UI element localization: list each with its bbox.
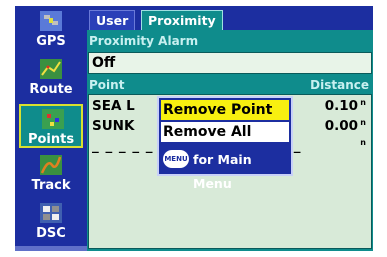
tab-user[interactable]: User: [89, 10, 136, 31]
dsc-icon: [40, 203, 62, 223]
proximity-alarm-field[interactable]: Off: [88, 52, 372, 74]
sidebar-item-dsc[interactable]: DSC: [19, 200, 83, 244]
satellite-icon: [40, 11, 62, 31]
point-name: SEA L: [92, 98, 135, 114]
menu-hint-text: for Main Menu: [193, 152, 252, 191]
sidebar-item-label: GPS: [36, 34, 66, 49]
sidebar-item-label: Track: [31, 178, 71, 193]
sidebar-item-track[interactable]: Track: [19, 152, 83, 196]
track-icon: [40, 155, 62, 175]
gps-screen: GPS Route Points Track DSC User Proximit…: [15, 6, 373, 251]
menu-key-icon: MENU: [163, 150, 189, 168]
distance-unit: n: [360, 98, 366, 107]
sidebar-scrollbar[interactable]: [15, 246, 87, 251]
menu-item-remove-all[interactable]: Remove All: [161, 122, 289, 142]
point-name: SUNK: [92, 118, 135, 134]
sidebar-item-label: Route: [29, 82, 73, 97]
column-header-distance: Distance: [310, 78, 369, 92]
sidebar-item-gps[interactable]: GPS: [19, 8, 83, 52]
route-icon: [40, 59, 62, 79]
sidebar-item-route[interactable]: Route: [19, 56, 83, 100]
sidebar-item-label: DSC: [36, 226, 66, 241]
tab-proximity[interactable]: Proximity: [141, 10, 223, 31]
proximity-alarm-label: Proximity Alarm: [89, 34, 199, 48]
sidebar: GPS Route Points Track DSC: [15, 6, 87, 251]
point-distance: 0.10: [324, 98, 358, 114]
menu-item-remove-point[interactable]: Remove Point: [161, 100, 289, 120]
sidebar-item-points[interactable]: Points: [19, 104, 83, 148]
distance-unit: n: [360, 138, 366, 147]
distance-unit: n: [360, 118, 366, 127]
point-distance: 0.00: [324, 118, 358, 134]
column-header-point: Point: [89, 78, 125, 92]
points-icon: [42, 109, 64, 129]
sidebar-item-label: Points: [27, 132, 75, 147]
menu-hint: MENU for Main Menu: [161, 148, 289, 191]
options-menu: Remove Point Remove All MENU for Main Me…: [157, 96, 293, 191]
